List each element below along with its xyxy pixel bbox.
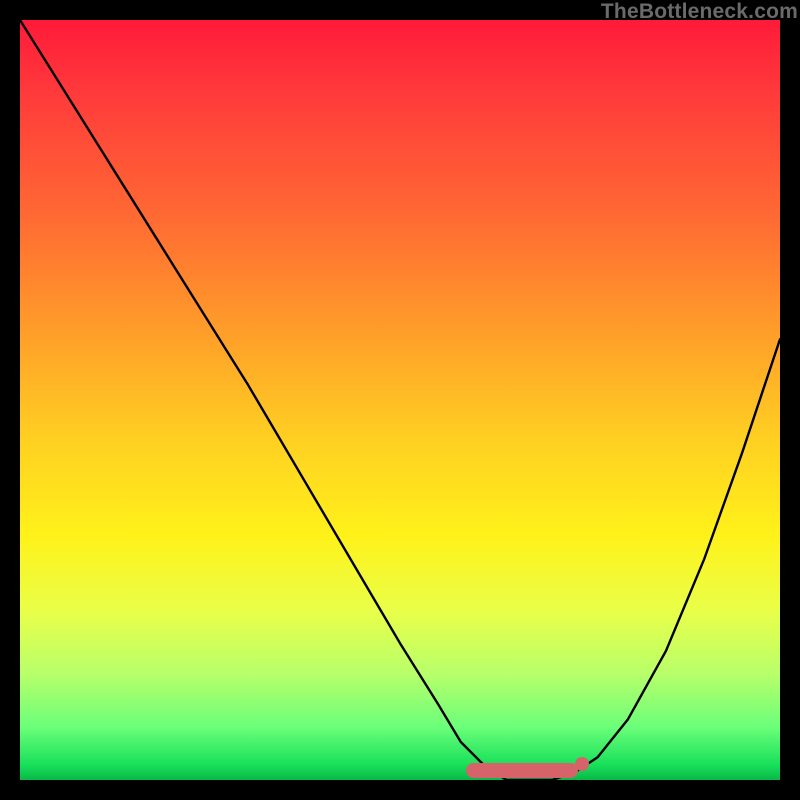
chart-frame — [20, 20, 780, 780]
curve-line — [20, 20, 780, 780]
watermark-text: TheBottleneck.com — [601, 0, 798, 24]
optimal-band — [466, 757, 589, 778]
chart-svg — [20, 20, 780, 780]
